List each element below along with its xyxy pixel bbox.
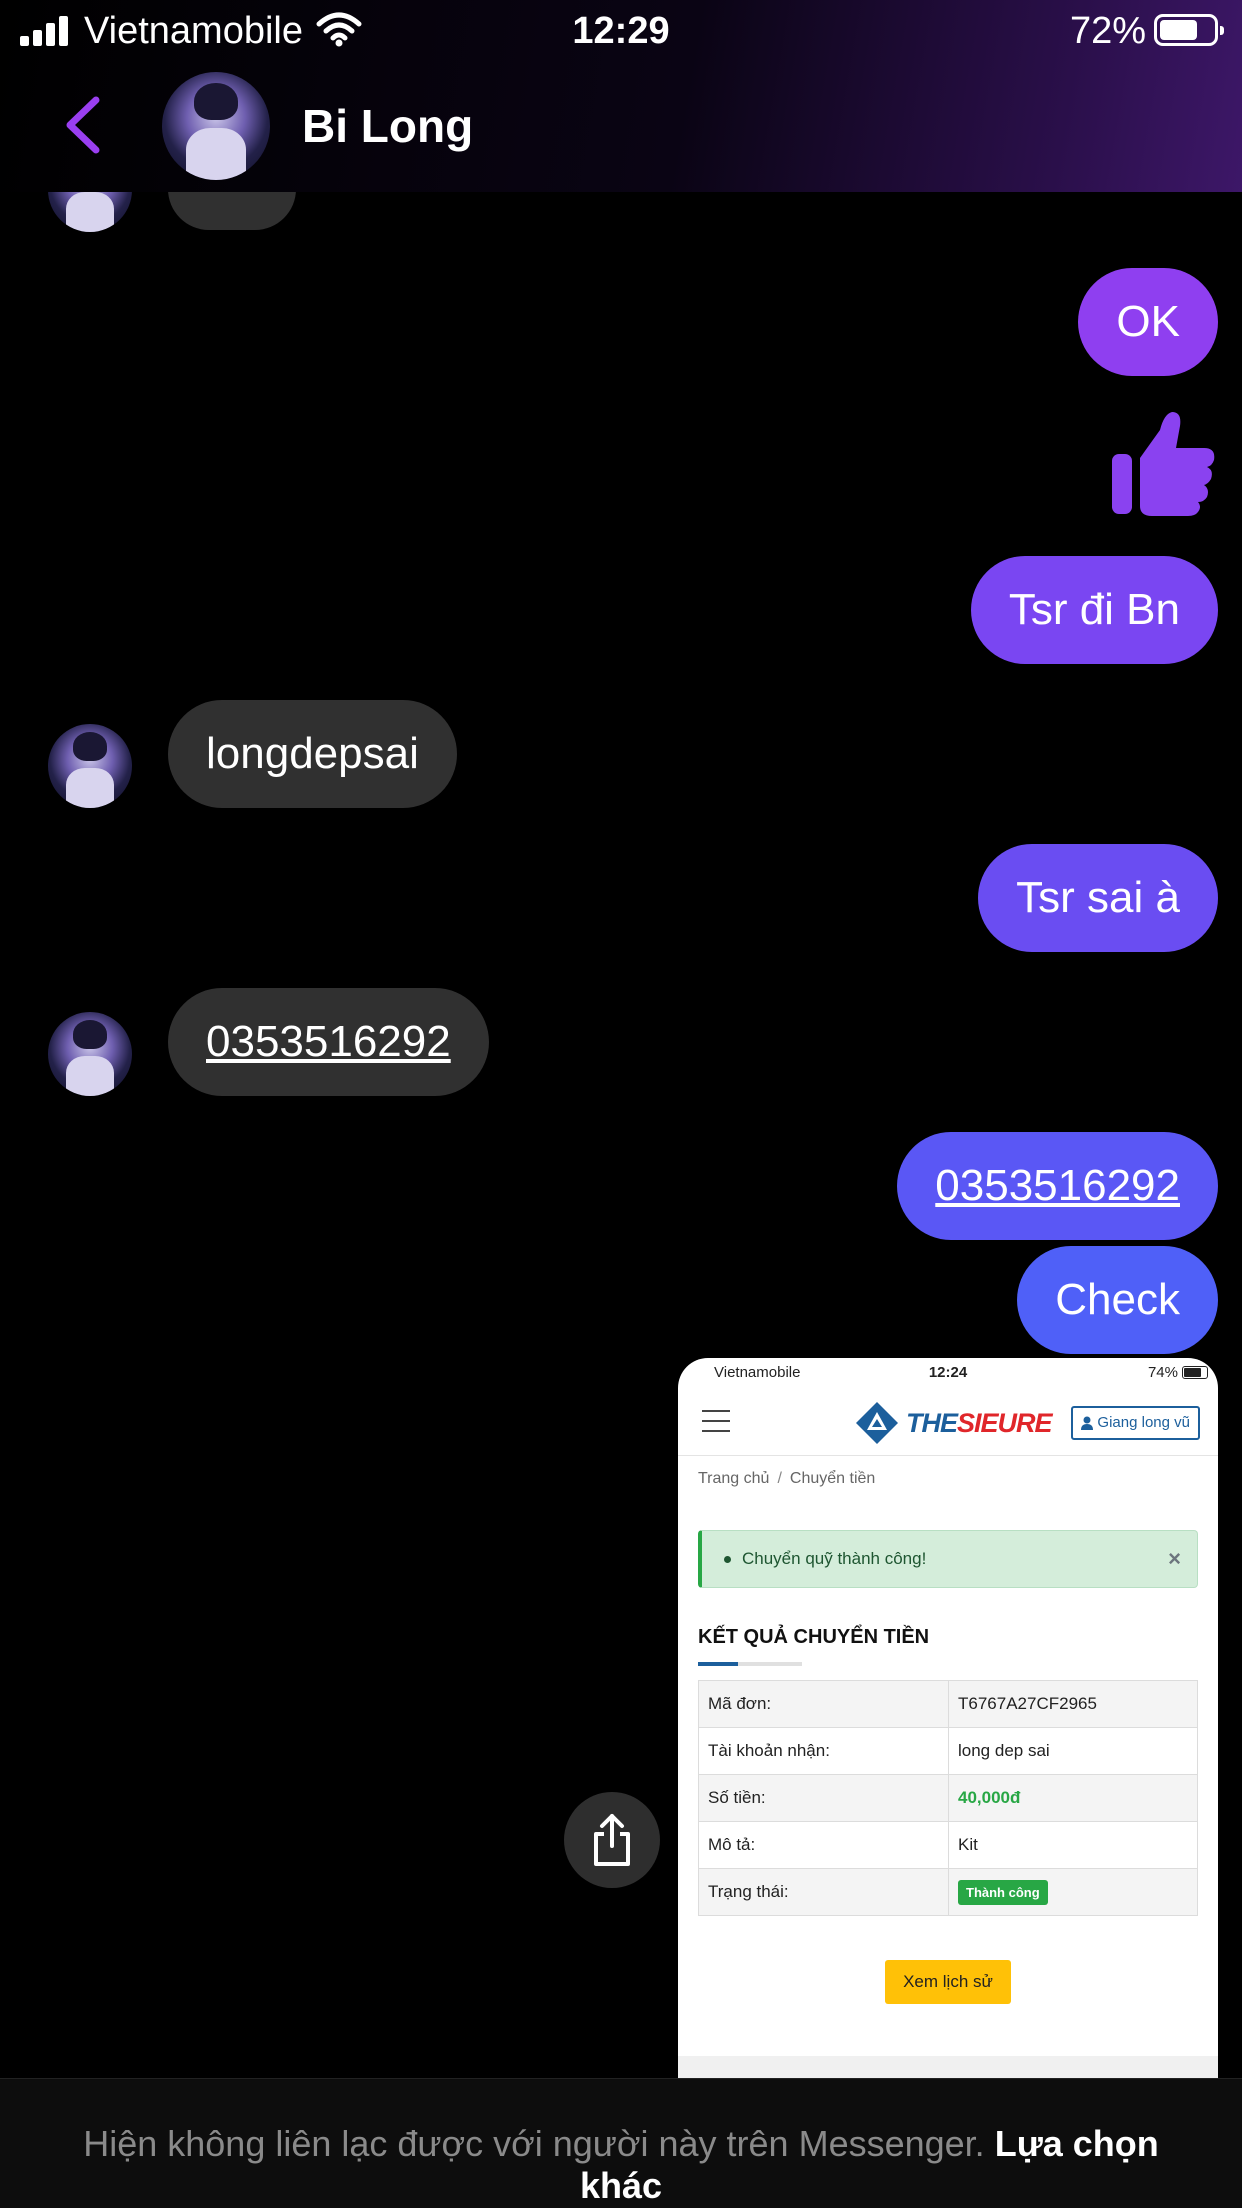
outgoing-message[interactable]: Tsr sai à bbox=[978, 844, 1218, 952]
contact-avatar-small[interactable] bbox=[48, 1012, 132, 1096]
logo-icon bbox=[856, 1402, 898, 1444]
battery-fill bbox=[1160, 20, 1198, 40]
amount-value: 40,000đ bbox=[958, 1788, 1021, 1807]
table-row: Tài khoản nhận: long dep sai bbox=[698, 1727, 1198, 1775]
table-row: Mô tả: Kit bbox=[698, 1821, 1198, 1869]
close-icon: × bbox=[1168, 1546, 1181, 1571]
history-button: Xem lịch sử bbox=[885, 1960, 1011, 2004]
chevron-left-icon bbox=[66, 96, 100, 154]
title-underline bbox=[698, 1662, 802, 1666]
thesieure-logo: THESIEURE bbox=[854, 1398, 1053, 1448]
incoming-message[interactable]: longdepsai bbox=[168, 700, 457, 808]
share-button[interactable] bbox=[564, 1792, 660, 1888]
table-row: Số tiền: 40,000đ bbox=[698, 1774, 1198, 1822]
back-button[interactable] bbox=[52, 92, 122, 162]
user-icon bbox=[1081, 1416, 1094, 1430]
result-table: Mã đơn: T6767A27CF2965 Tài khoản nhận: lon… bbox=[698, 1680, 1198, 1916]
outgoing-message[interactable]: OK bbox=[1078, 268, 1218, 376]
contact-avatar-small[interactable] bbox=[48, 724, 132, 808]
outgoing-phone-link[interactable]: 0353516292 bbox=[897, 1132, 1218, 1240]
unavailable-footer: Hiện không liên lạc được với người này t… bbox=[0, 2078, 1242, 2208]
screenshot-time: 12:24 bbox=[928, 1364, 968, 1381]
clock: 12:29 bbox=[572, 10, 670, 52]
contact-name[interactable]: Bi Long bbox=[302, 98, 473, 154]
battery-icon bbox=[1154, 14, 1224, 46]
share-icon bbox=[594, 1814, 630, 1866]
success-alert: Chuyển quỹ thành công! × bbox=[698, 1530, 1198, 1588]
screenshot-navbar: THESIEURE Giang long vũ bbox=[678, 1388, 1218, 1456]
screenshot-battery-icon bbox=[1182, 1366, 1208, 1379]
table-row: Trạng thái: Thành công bbox=[698, 1868, 1198, 1916]
contact-avatar[interactable] bbox=[162, 72, 270, 180]
unavailable-message: Hiện không liên lạc được với người này t… bbox=[83, 2123, 1159, 2206]
thumbs-up-icon[interactable] bbox=[1108, 408, 1218, 518]
status-badge: Thành công bbox=[958, 1879, 1048, 1905]
status-bar: Vietnamobile 12:29 72% bbox=[0, 0, 1242, 64]
screenshot-status-bar: Vietnamobile 12:24 74% bbox=[678, 1358, 1218, 1388]
screenshot-battery-percent: 74% bbox=[1147, 1364, 1178, 1381]
user-account-button: Giang long vũ bbox=[1071, 1406, 1200, 1440]
result-title: KẾT QUẢ CHUYỂN TIỀN bbox=[698, 1626, 930, 1648]
outgoing-message[interactable]: Tsr đi Bn bbox=[970, 556, 1218, 664]
shared-screenshot[interactable]: Vietnamobile 12:24 74% THESIEURE Giang l… bbox=[678, 1358, 1218, 2078]
incoming-phone-link[interactable]: 0353516292 bbox=[168, 988, 489, 1096]
battery-percent: 72% bbox=[1069, 10, 1146, 52]
table-row: Mã đơn: T6767A27CF2965 bbox=[698, 1680, 1198, 1728]
menu-icon bbox=[702, 1410, 730, 1432]
outgoing-message[interactable]: Check bbox=[1017, 1246, 1218, 1354]
breadcrumb: Trang chủ / Chuyển tiền bbox=[698, 1470, 876, 1487]
